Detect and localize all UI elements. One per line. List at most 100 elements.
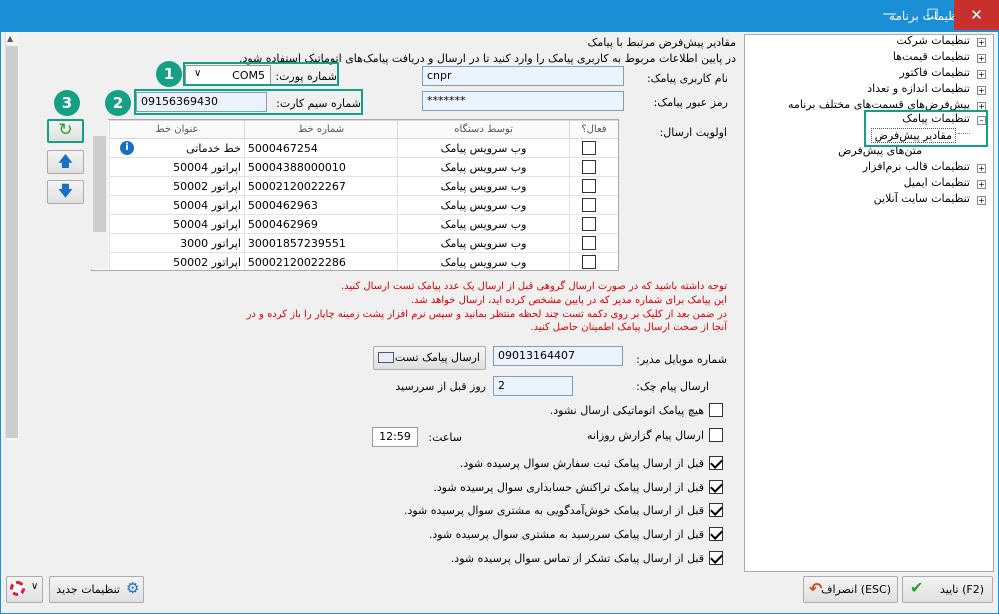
tree-item-size[interactable]: تنظیمات اندازه و تعداد — [867, 82, 970, 95]
maximize-button[interactable]: □ — [911, 0, 954, 30]
confirm-welcome-sms-label: قبل از ارسال پیامک خوش‌آمدگویی به مشتری … — [403, 504, 704, 517]
confirm-thanks-sms-label: قبل از ارسال پیامک تشکر از تماس سوال پرس… — [450, 552, 704, 565]
refresh-icon: ↻ — [58, 120, 73, 140]
ok-label: (F2) تایید — [940, 583, 984, 596]
cell-active — [568, 214, 618, 234]
main-scrollbar-thumb[interactable] — [6, 46, 18, 438]
step-badge-2: 2 — [105, 90, 131, 116]
move-down-button[interactable]: 🡇 — [47, 180, 84, 204]
grid-scrollbar-thumb[interactable] — [93, 136, 106, 232]
confirm-due-sms-checkbox[interactable] — [709, 527, 723, 541]
sms-password-input[interactable]: ******* — [422, 91, 624, 111]
ok-button[interactable]: (F2) تایید ✔ — [902, 576, 993, 603]
tree-item-email[interactable]: تنظیمات ایمیل — [904, 176, 970, 189]
tree-expand-icon[interactable]: + — [977, 86, 986, 95]
tree-expand-icon[interactable]: + — [977, 70, 986, 79]
table-row[interactable]: اپراتور 50004 50004388000010 وب سرویس پیام… — [109, 157, 618, 177]
row-active-checkbox[interactable] — [581, 217, 596, 231]
manager-mobile-input[interactable]: 09013164407 — [493, 346, 623, 366]
check-days-input[interactable]: 2 — [493, 376, 573, 396]
step-badge-3: 3 — [54, 90, 80, 116]
table-row[interactable]: اپراتور 50002 50002120022286 وب سرویس پیام… — [109, 252, 618, 270]
cell-line-title: اپراتور 3000 — [109, 233, 245, 253]
row-active-checkbox[interactable] — [581, 236, 596, 250]
chevron-down-icon: ∨ — [31, 581, 39, 592]
tree-item-online-site[interactable]: تنظیمات سایت آنلاین — [874, 192, 970, 205]
confirm-order-sms-checkbox[interactable] — [709, 456, 723, 470]
simcard-highlight-box — [134, 89, 363, 115]
checkmark-icon: ✔ — [910, 578, 924, 597]
cell-line-number: 5000462963 — [243, 195, 399, 215]
confirm-order-sms-label: قبل از ارسال پیامک ثبت سفارش سوال پرسیده… — [459, 457, 704, 470]
sms-password-label: رمز عبور پیامک: — [653, 96, 728, 109]
table-row[interactable]: خط خدماتی i 5000467254 وب سرویس پیامک — [109, 138, 618, 158]
table-row[interactable]: اپراتور 50004 5000462963 وب سرویس پیامک — [109, 195, 618, 215]
daily-report-checkbox[interactable] — [709, 428, 723, 442]
refresh-button[interactable]: ↻ — [47, 119, 84, 143]
col-line-title[interactable]: عنوان خط — [109, 120, 245, 139]
cell-line-number: 50002120022286 — [243, 252, 399, 270]
envelope-icon — [378, 352, 394, 363]
lifebuoy-icon — [10, 581, 25, 596]
row-active-checkbox[interactable] — [581, 255, 596, 269]
confirm-due-sms-label: قبل از ارسال پیامک سررسید به مشتری سوال … — [428, 528, 704, 541]
row-active-checkbox[interactable] — [581, 179, 596, 193]
table-row[interactable]: اپراتور 50002 50002120022267 وب سرویس پیام… — [109, 176, 618, 196]
close-button[interactable]: ✕ — [954, 0, 999, 30]
col-device[interactable]: توسط دستگاه — [397, 120, 570, 139]
new-settings-label: تنظیمات جدید — [56, 583, 120, 596]
daily-report-label: ارسال پیام گزارش روزانه — [586, 429, 704, 442]
cell-active — [568, 138, 618, 158]
time-input[interactable]: 12:59 — [372, 427, 418, 447]
cell-active — [568, 252, 618, 270]
warning-line-1: توجه داشته باشید که در صورت ارسال گروهی … — [340, 281, 727, 292]
port-highlight-box — [183, 62, 339, 86]
cancel-label: (ESC) انصراف — [821, 583, 891, 596]
no-auto-sms-checkbox[interactable] — [709, 403, 723, 417]
table-row[interactable]: اپراتور 3000 30001857239551 وب سرویس پیامک — [109, 233, 618, 253]
cell-line-title: اپراتور 50004 — [109, 195, 245, 215]
cell-active — [568, 233, 618, 253]
sms-username-label: نام کاربری پیامک: — [646, 72, 728, 85]
cell-active — [568, 157, 618, 177]
manager-mobile-label: شماره موبایل مدیر: — [636, 353, 727, 366]
minimize-button[interactable]: — — [868, 0, 911, 30]
lifebuoy-dropdown-button[interactable]: ∨ — [6, 576, 43, 603]
new-settings-button[interactable]: تنظیمات جدید ⚙ — [49, 576, 144, 603]
sms-lines-table: عنوان خط شماره خط توسط دستگاه فعال؟ خط خ… — [109, 120, 618, 270]
cell-device: وب سرویس پیامک — [397, 195, 570, 215]
tree-item-company[interactable]: تنظیمات شرکت — [896, 34, 970, 47]
sms-username-input[interactable]: cnpr — [422, 66, 624, 86]
cancel-button[interactable]: (ESC) انصراف ↶ — [803, 576, 898, 603]
tree-expand-icon[interactable]: + — [977, 164, 986, 173]
cell-line-number: 50004388000010 — [243, 157, 399, 177]
table-row[interactable]: اپراتور 50004 5000462969 وب سرویس پیامک — [109, 214, 618, 234]
tree-item-invoice[interactable]: تنظیمات فاکتور — [900, 66, 970, 79]
cell-device: وب سرویس پیامک — [397, 138, 570, 158]
cell-line-number: 5000462969 — [243, 214, 399, 234]
info-icon: i — [120, 141, 134, 155]
section-title: مقادیر پیش‌فرض مرتبط با پیامک — [587, 36, 736, 49]
tree-expand-icon[interactable]: + — [977, 38, 986, 47]
col-line-number[interactable]: شماره خط — [243, 120, 399, 139]
row-active-checkbox[interactable] — [581, 141, 596, 155]
send-test-sms-button[interactable]: ارسال پیامک تست — [373, 346, 486, 370]
row-active-checkbox[interactable] — [581, 198, 596, 212]
check-message-label: ارسال پیام چک: — [636, 380, 709, 393]
move-up-button[interactable]: 🡅 — [47, 150, 84, 174]
confirm-transaction-sms-checkbox[interactable] — [709, 480, 723, 494]
confirm-transaction-sms-label: قبل از ارسال پیامک تراکنش حسابداری سوال … — [433, 481, 704, 494]
tree-expand-icon[interactable]: + — [977, 196, 986, 205]
tree-expand-icon[interactable]: + — [977, 180, 986, 189]
confirm-welcome-sms-checkbox[interactable] — [709, 503, 723, 517]
cell-line-title: اپراتور 50002 — [109, 176, 245, 196]
tree-item-theme[interactable]: تنظیمات قالب نرم‌افزار — [863, 160, 970, 173]
tree-item-prices[interactable]: تنظیمات قیمت‌ها — [893, 50, 970, 63]
col-active[interactable]: فعال؟ — [568, 120, 618, 139]
cell-line-title: اپراتور 50004 — [109, 157, 245, 177]
row-active-checkbox[interactable] — [581, 160, 596, 174]
tree-highlight-box — [864, 110, 988, 147]
confirm-thanks-sms-checkbox[interactable] — [709, 551, 723, 565]
scroll-up-icon[interactable]: ▲ — [7, 34, 13, 43]
tree-expand-icon[interactable]: + — [977, 54, 986, 63]
